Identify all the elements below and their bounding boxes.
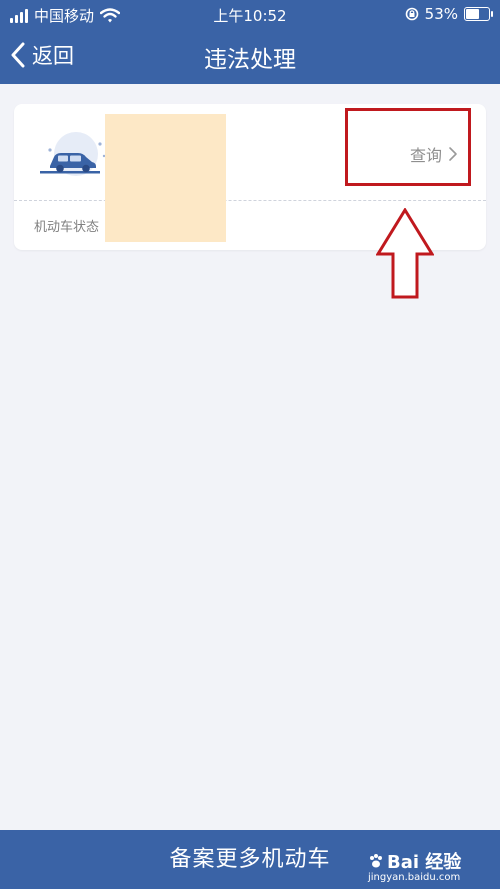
battery-percent: 53% [424, 5, 458, 23]
top-bar: 中国移动 上午10:52 53% 返回 违法处理 [0, 0, 500, 84]
highlight-box [345, 108, 471, 186]
status-bar: 中国移动 上午10:52 53% [0, 0, 500, 28]
battery-fill [466, 9, 479, 19]
watermark-url: jingyan.baidu.com [368, 872, 461, 883]
arrow-up-icon [376, 208, 434, 299]
page-title: 违法处理 [204, 47, 296, 73]
redaction-mask [105, 114, 226, 242]
navigation-bar: 返回 违法处理 [0, 28, 500, 84]
watermark: Bai 经验 jingyan.baidu.com [368, 848, 488, 883]
watermark-brand: Bai 经验 [368, 848, 488, 874]
watermark-brand-text: Bai 经验 [387, 852, 462, 873]
car-illustration-icon [40, 130, 110, 180]
card-divider [14, 200, 486, 201]
bottom-bar: 备案更多机动车 Bai 经验 jingyan.baidu.com [0, 830, 500, 889]
status-right: 53% [405, 5, 493, 23]
paw-icon [370, 854, 382, 868]
battery-icon [464, 7, 493, 21]
vehicle-status-label: 机动车状态 [34, 220, 100, 235]
rotation-lock-icon [405, 7, 418, 21]
